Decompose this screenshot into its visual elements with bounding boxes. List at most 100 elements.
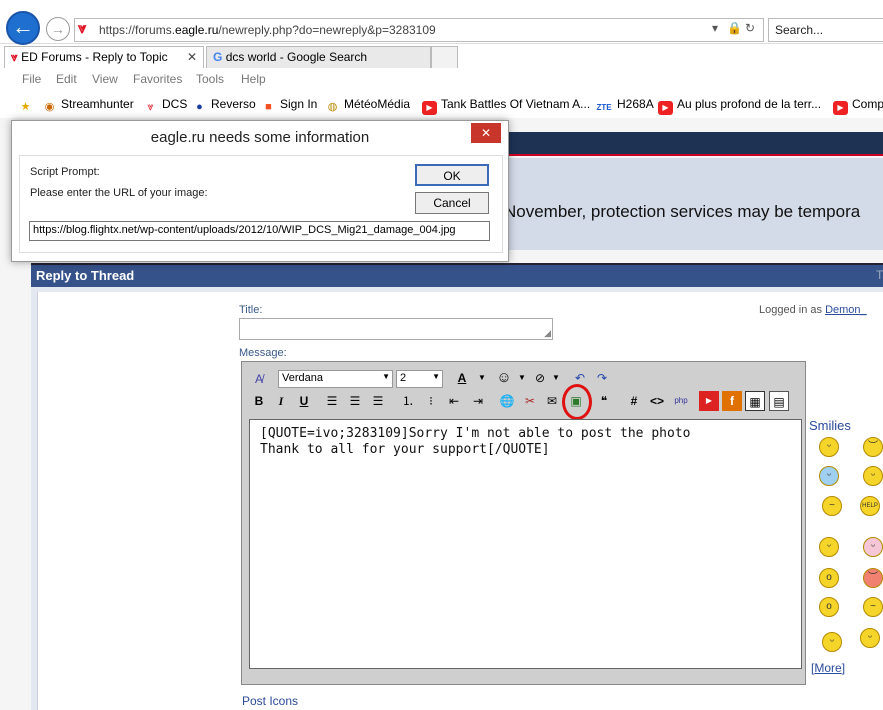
smiley-insert-icon[interactable]: ☺ xyxy=(494,368,514,388)
url-dropdown-icon[interactable]: ▾ xyxy=(712,21,718,35)
youtube-icon: ▶ xyxy=(658,101,673,115)
windows-icon: ■ xyxy=(265,101,272,113)
lock-icon[interactable]: 🔒 xyxy=(727,21,742,35)
tab-google-search[interactable]: G dcs world - Google Search xyxy=(206,46,431,68)
bold-icon[interactable]: B xyxy=(249,391,269,411)
smiley-dropdown-icon[interactable]: ▼ xyxy=(512,368,532,388)
menu-tools[interactable]: Tools xyxy=(196,72,224,86)
align-center-icon[interactable]: ☰ xyxy=(345,391,365,411)
prompt-text: Please enter the URL of your image: xyxy=(30,187,208,199)
flash-embed-icon[interactable]: f xyxy=(722,391,742,411)
dialog-close-button[interactable]: ✕ xyxy=(471,123,501,143)
forum-nav-strip xyxy=(500,132,883,156)
smiley-help-icon[interactable]: HELP xyxy=(860,496,880,516)
menu-view[interactable]: View xyxy=(92,72,118,86)
smiley-smile-icon[interactable]: ᵕ xyxy=(819,437,839,457)
fav-reverso[interactable]: ● Reverso xyxy=(192,97,256,114)
fav-h268a[interactable]: ZTE H268A xyxy=(595,97,653,115)
streamhunter-icon: ◉ xyxy=(44,101,55,113)
dcs-icon: ⩔ xyxy=(147,101,154,113)
forward-button[interactable]: → xyxy=(46,17,70,41)
fav-tank-battles[interactable]: ▶ Tank Battles Of Vietnam A... xyxy=(422,97,590,115)
highlight-circle xyxy=(562,384,592,420)
font-name-select[interactable]: Verdana ▼ xyxy=(278,370,393,388)
unordered-list-icon[interactable]: ⁝ xyxy=(421,391,441,411)
smiley-shocked-icon[interactable]: o xyxy=(819,568,839,588)
menu-file[interactable]: File xyxy=(22,72,41,86)
title-input[interactable]: ◢ xyxy=(239,318,553,340)
script-prompt-label: Script Prompt: xyxy=(30,166,100,178)
smiley-wave-icon[interactable]: ᵕ xyxy=(860,628,880,648)
insert-link-icon[interactable]: 🌐 xyxy=(497,391,517,411)
site-favicon-icon: ⩔ xyxy=(78,20,87,37)
cancel-button[interactable]: Cancel xyxy=(415,192,489,214)
refresh-icon[interactable]: ↻ xyxy=(745,21,755,35)
redo-icon[interactable]: ↷ xyxy=(592,368,612,388)
youtube-embed-icon[interactable]: ▶ xyxy=(699,391,719,411)
url-text: https://forums.eagle.ru/newreply.php?do=… xyxy=(99,23,436,37)
zte-icon: ZTE xyxy=(596,103,612,112)
remove-format-icon[interactable]: A̸ xyxy=(249,369,269,389)
smiley-happy-icon[interactable]: ᵕ xyxy=(819,537,839,557)
more-smilies-link[interactable]: [More] xyxy=(811,661,845,675)
ordered-list-icon[interactable]: ⒈ xyxy=(398,391,418,411)
italic-icon[interactable]: I xyxy=(271,391,291,411)
back-button[interactable]: ← xyxy=(6,11,40,45)
smiley-eek-icon[interactable]: o xyxy=(819,597,839,617)
smiley-frown-icon[interactable]: ︶ xyxy=(863,437,883,457)
close-tab-icon[interactable]: ✕ xyxy=(187,50,197,64)
smiley-thumbsup-icon[interactable]: ᵕ xyxy=(822,632,842,652)
image-url-input[interactable]: https://blog.flightx.net/wp-content/uplo… xyxy=(29,221,490,241)
fav-dcs[interactable]: ⩔ DCS xyxy=(143,97,187,114)
new-tab-button[interactable] xyxy=(431,46,458,68)
fav-comp[interactable]: ▶ Comp xyxy=(833,97,883,115)
thread-header-bar xyxy=(31,263,883,287)
font-size-select[interactable]: 2 ▼ xyxy=(396,370,443,388)
smiley-wink-icon[interactable]: ᵕ xyxy=(863,466,883,486)
message-textarea[interactable]: [QUOTE=ivo;3283109]Sorry I'm not able to… xyxy=(249,419,802,669)
remove-link-icon[interactable]: ✂ xyxy=(520,391,540,411)
smiley-grin-icon[interactable]: ᵕ xyxy=(863,537,883,557)
font-color-icon[interactable]: A xyxy=(452,368,472,388)
font-color-dropdown-icon[interactable]: ▼ xyxy=(472,368,492,388)
fav-streamhunter[interactable]: ◉ Streamhunter xyxy=(42,97,134,114)
smiley-mad-icon[interactable]: ︶ xyxy=(863,568,883,588)
page-break-icon[interactable]: ▤ xyxy=(769,391,789,411)
insert-email-icon[interactable]: ✉ xyxy=(542,391,562,411)
wrap-code-icon[interactable]: # xyxy=(624,391,644,411)
smiley-cool-icon[interactable]: ᵕ xyxy=(819,466,839,486)
tab-ed-forums[interactable]: ⩔ ED Forums - Reply to Topic ✕ xyxy=(4,46,204,68)
reverso-icon: ● xyxy=(196,101,203,113)
smiley-confused-icon[interactable]: ~ xyxy=(822,496,842,516)
post-icons-label: Post Icons xyxy=(242,694,299,708)
notice-text: November, protection services may be tem… xyxy=(504,202,861,221)
wrap-quote-icon[interactable]: ❝ xyxy=(594,391,614,411)
favorites-star-icon[interactable]: ★ xyxy=(18,97,37,114)
outdent-icon[interactable]: ⇤ xyxy=(444,391,464,411)
meteomedia-icon: ◍ xyxy=(327,101,338,113)
wrap-php-icon[interactable]: php xyxy=(671,391,691,411)
underline-icon[interactable]: U xyxy=(294,391,314,411)
align-left-icon[interactable]: ☰ xyxy=(322,391,342,411)
wrap-html-icon[interactable]: <> xyxy=(647,391,667,411)
table-icon[interactable]: ▦ xyxy=(745,391,765,411)
message-label: Message: xyxy=(239,347,287,359)
search-input[interactable]: Search... xyxy=(768,18,883,42)
indent-icon[interactable]: ⇥ xyxy=(468,391,488,411)
username-link[interactable]: Demon_ xyxy=(825,304,867,316)
ok-button[interactable]: OK xyxy=(415,164,489,186)
fav-meteomedia[interactable]: ◍ MétéoMédia xyxy=(325,97,410,114)
smilies-title: Smilies xyxy=(809,418,851,433)
fav-au-plus-profond[interactable]: ▶ Au plus profond de la terr... xyxy=(658,97,821,115)
title-label: Title: xyxy=(239,304,263,316)
menu-help[interactable]: Help xyxy=(241,72,266,86)
fav-sign-in[interactable]: ■ Sign In xyxy=(261,97,317,114)
smiley-thinking-icon[interactable]: ~ xyxy=(863,597,883,617)
thread-header-right: T xyxy=(876,268,883,282)
menu-edit[interactable]: Edit xyxy=(56,72,77,86)
menu-favorites[interactable]: Favorites xyxy=(133,72,182,86)
resize-grip-icon[interactable]: ◢ xyxy=(544,328,551,339)
attachment-dropdown-icon[interactable]: ▼ xyxy=(546,368,566,388)
align-right-icon[interactable]: ☰ xyxy=(368,391,388,411)
thread-header-title: Reply to Thread xyxy=(36,268,135,283)
